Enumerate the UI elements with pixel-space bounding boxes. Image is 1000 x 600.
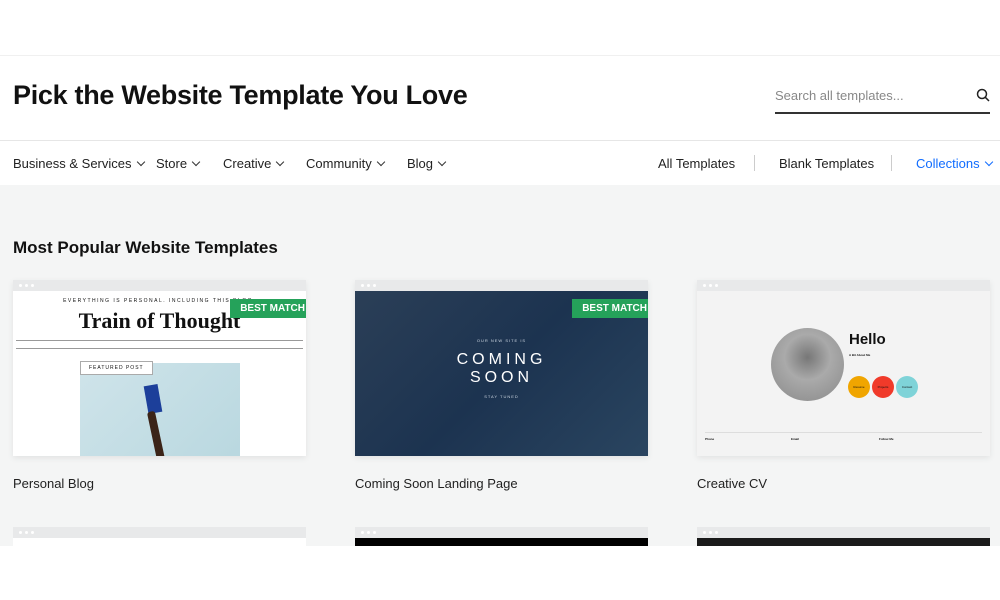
subtitle: OUR NEW SITE IS: [476, 338, 527, 343]
nav-label: Collections: [916, 156, 980, 171]
projects-button: Projects: [872, 376, 894, 398]
chevron-down-icon: [136, 157, 145, 166]
nav-collections[interactable]: Collections: [916, 156, 993, 171]
nav-business-services[interactable]: Business & Services: [13, 156, 145, 171]
browser-bar: [355, 527, 648, 538]
browser-bar: [13, 527, 306, 538]
heading-coming: COMING: [456, 351, 547, 368]
template-name[interactable]: Coming Soon Landing Page: [355, 476, 648, 491]
template-preview[interactable]: [697, 527, 990, 546]
search-box: [775, 82, 990, 114]
nav-community[interactable]: Community: [306, 156, 385, 171]
template-preview[interactable]: [355, 527, 648, 546]
page-title: Pick the Website Template You Love: [13, 80, 468, 110]
template-card[interactable]: [13, 527, 306, 546]
template-name[interactable]: Personal Blog: [13, 476, 306, 491]
nav-label: Business & Services: [13, 156, 132, 171]
chevron-down-icon: [437, 157, 447, 166]
nav-label: Community: [306, 156, 372, 171]
preview-strip: [355, 538, 648, 546]
featured-label: FEATURED POST: [80, 361, 153, 375]
divider: [891, 155, 892, 171]
template-card-personal-blog[interactable]: BEST MATCH EVERYTHING IS PERSONAL. INCLU…: [13, 280, 306, 491]
cv-sub: A Bit About Me: [849, 353, 871, 357]
footer-text: STAY TUNED: [484, 394, 519, 399]
nav-label: Store: [156, 156, 188, 171]
browser-bar: [697, 527, 990, 538]
preview-strip: [697, 538, 990, 546]
chevron-down-icon: [276, 157, 285, 166]
cv-footer-follow: Follow Me: [879, 437, 894, 441]
template-card[interactable]: [355, 527, 648, 546]
divider: [754, 155, 755, 171]
template-card[interactable]: [697, 527, 990, 546]
template-preview[interactable]: BEST MATCH EVERYTHING IS PERSONAL. INCLU…: [13, 280, 306, 456]
contact-button: Contact: [896, 376, 918, 398]
browser-bar: [13, 280, 306, 291]
nav-store[interactable]: Store: [156, 156, 201, 171]
nav-label: Blog: [407, 156, 434, 171]
main-content: Most Popular Website Templates BEST MATC…: [0, 185, 1000, 546]
search-icon[interactable]: [976, 88, 990, 102]
chevron-down-icon: [191, 157, 201, 166]
nav-blog[interactable]: Blog: [407, 156, 447, 171]
cv-footer-phone: Phone: [705, 437, 715, 441]
nav-creative[interactable]: Creative: [223, 156, 285, 171]
browser-bar: [697, 280, 990, 291]
cv-footer-email: Email: [791, 437, 800, 441]
featured-image: [80, 363, 240, 456]
nav-blank-templates[interactable]: Blank Templates: [779, 156, 874, 171]
template-preview[interactable]: [13, 527, 306, 546]
resume-button: Resume: [848, 376, 870, 398]
chevron-down-icon: [984, 157, 993, 166]
heading-soon: SOON: [469, 369, 534, 386]
template-preview[interactable]: BEST MATCH OUR NEW SITE IS COMING SOON S…: [355, 280, 648, 456]
search-input[interactable]: [775, 82, 965, 103]
template-card-creative-cv[interactable]: Hello A Bit About Me Resume Projects Con…: [697, 280, 990, 491]
template-card-coming-soon[interactable]: BEST MATCH OUR NEW SITE IS COMING SOON S…: [355, 280, 648, 491]
browser-bar: [355, 280, 648, 291]
cv-heading: Hello: [849, 331, 886, 348]
section-title: Most Popular Website Templates: [13, 238, 278, 257]
top-bar: [0, 0, 1000, 56]
page-header: Pick the Website Template You Love: [0, 56, 1000, 141]
profile-photo: [771, 328, 844, 401]
best-match-badge: BEST MATCH: [572, 299, 648, 318]
chevron-down-icon: [376, 157, 385, 166]
nav-label: Creative: [223, 156, 272, 171]
template-preview[interactable]: Hello A Bit About Me Resume Projects Con…: [697, 280, 990, 456]
nav-all-templates[interactable]: All Templates: [658, 156, 735, 171]
best-match-badge: BEST MATCH: [230, 299, 306, 318]
template-name[interactable]: Creative CV: [697, 476, 990, 491]
category-nav: Business & Services Store Creative Commu…: [0, 141, 1000, 185]
